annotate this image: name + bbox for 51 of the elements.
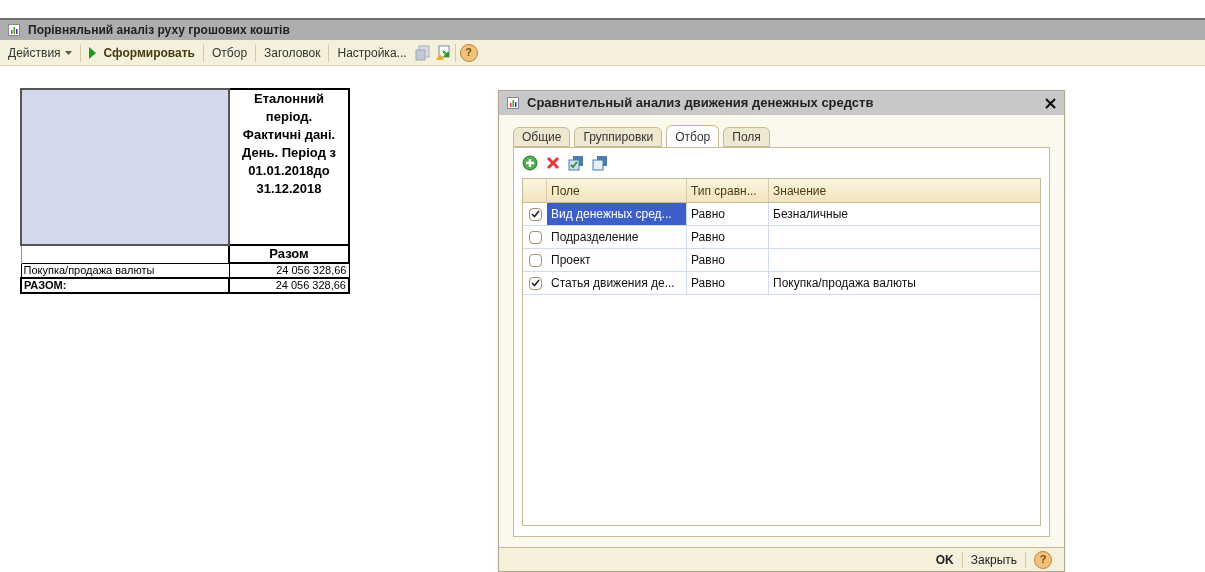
table-cell: Равно [687, 226, 769, 248]
column-header[interactable]: Поле [547, 179, 687, 202]
generate-button[interactable]: Сформировать [84, 43, 199, 62]
delete-icon[interactable] [546, 156, 560, 170]
tab[interactable]: Группировки [574, 127, 663, 147]
caret-icon [64, 50, 72, 55]
column-header[interactable]: Значение [769, 179, 1040, 202]
dialog-title: Сравнительный анализ движения денежных средств [527, 94, 875, 113]
checkbox[interactable] [528, 207, 542, 221]
table-cell-text: Безналичные [773, 206, 848, 223]
export-icon[interactable] [434, 44, 451, 61]
table-cell: Вид денежных сред... [547, 203, 687, 225]
check-all-icon[interactable] [568, 155, 584, 171]
report-icon [8, 24, 20, 36]
checkbox[interactable] [528, 276, 542, 290]
table-cell: Проект [547, 249, 687, 271]
tab[interactable]: Общие [513, 127, 571, 147]
close-button[interactable]: Закрыть [970, 550, 1017, 569]
actions-menu[interactable]: Действия [4, 43, 76, 62]
table-cell: Равно [687, 249, 769, 271]
table-cell: Подразделение [547, 226, 687, 248]
uncheck-all-icon[interactable] [592, 155, 608, 171]
grid-row[interactable]: Проект Равно [523, 249, 1040, 272]
row-label: РАЗОМ: [21, 278, 229, 293]
window-title: Порівняльний аналіз руху грошових коштів [28, 22, 290, 39]
add-icon[interactable] [522, 155, 538, 171]
close-icon[interactable] [1045, 97, 1056, 109]
table-cell: Равно [687, 272, 769, 294]
help-button[interactable]: ? [1034, 550, 1052, 569]
column-header[interactable]: Тип сравн... [687, 179, 769, 202]
checkbox[interactable] [528, 253, 542, 267]
grid-row[interactable]: Подразделение Равно [523, 226, 1040, 249]
grid-row[interactable]: Статья движения де... Равно Покупка/продажа валюты [523, 272, 1040, 295]
table-cell: Статья движения де... [547, 272, 687, 294]
tab[interactable]: Поля [723, 127, 770, 147]
ok-button[interactable]: OK [935, 550, 954, 569]
row-label: Покупка/продажа валюты [21, 263, 229, 278]
grid-row[interactable]: Вид денежных сред... Равно Безналичные [523, 203, 1040, 226]
column-header: Еталонний період. Фактичні дані. День. Період з 01.01.2018до 31.12.2018 [229, 89, 349, 245]
table-cell: 24 056 328,66 [229, 278, 349, 293]
checkbox[interactable] [528, 230, 542, 244]
toolbar-button[interactable]: Отбор [208, 43, 252, 62]
column-header: Разом [229, 245, 349, 263]
table-cell: Равно [687, 203, 769, 225]
table-cell-text: Покупка/продажа валюты [773, 275, 916, 292]
play-icon [88, 46, 96, 59]
help-button[interactable]: ? [459, 43, 478, 62]
toolbar-button[interactable]: Заголовок [260, 43, 325, 62]
report-icon [507, 97, 519, 109]
toolbar-button[interactable]: Настройка... [333, 43, 411, 62]
tab[interactable]: Отбор [666, 125, 720, 148]
